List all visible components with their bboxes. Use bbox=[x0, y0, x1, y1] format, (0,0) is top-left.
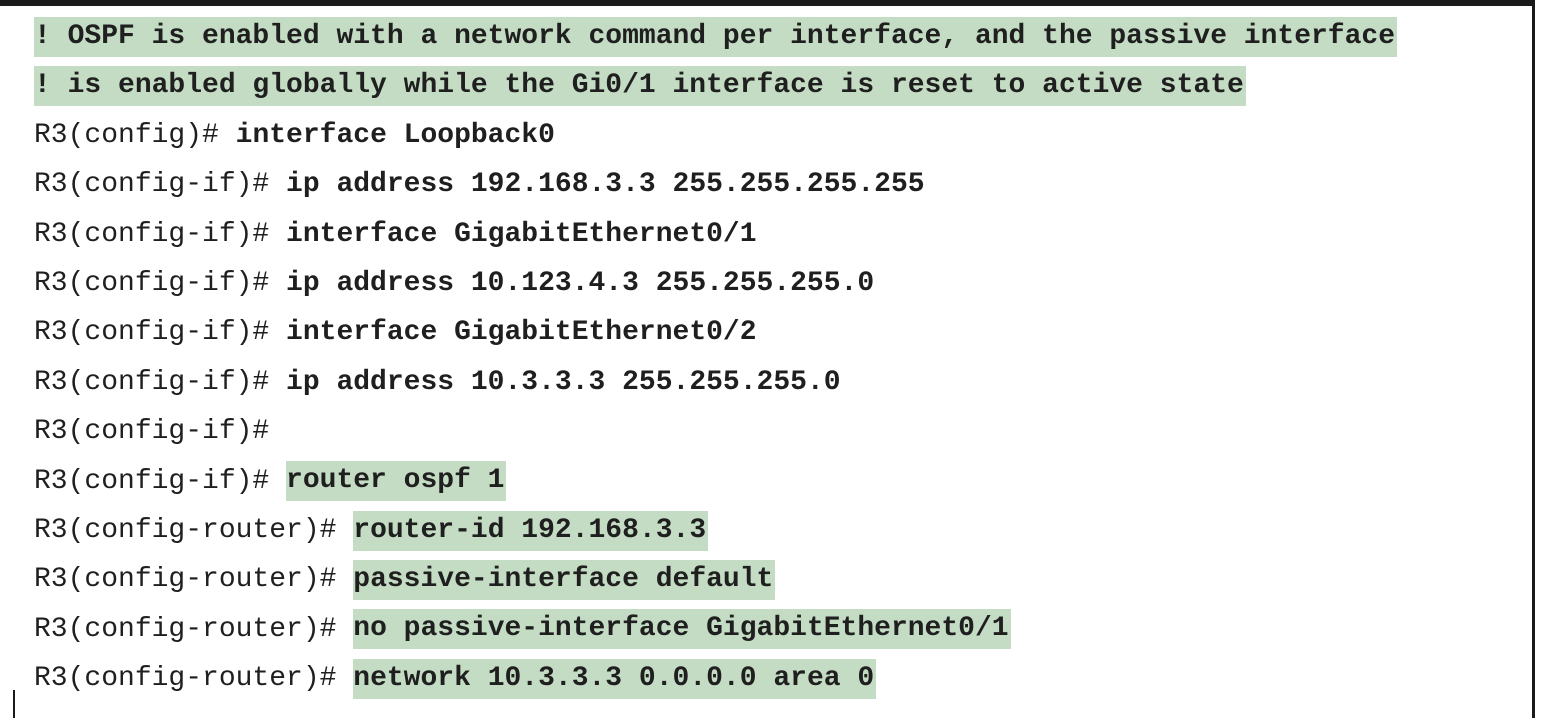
cli-prompt: R3(config-if)# bbox=[34, 169, 287, 201]
cli-prompt: R3(config-router)# bbox=[34, 613, 354, 645]
top-border-rule bbox=[0, 0, 1535, 6]
left-border-rule bbox=[13, 690, 15, 718]
config-line: R3(config-if)# interface GigabitEthernet… bbox=[34, 210, 1514, 259]
right-border-rule bbox=[1532, 0, 1535, 718]
config-line: R3(config-if)# ip address 10.123.4.3 255… bbox=[34, 259, 1514, 308]
cli-prompt: R3(config-if)# bbox=[34, 218, 287, 250]
config-line-highlighted: R3(config-router)# no passive-interface … bbox=[34, 605, 1514, 654]
cli-prompt: R3(config-if)# bbox=[34, 416, 270, 448]
cli-command-highlighted: network 10.3.3.3 0.0.0.0 area 0 bbox=[353, 658, 877, 699]
config-line: R3(config)# interface Loopback0 bbox=[34, 111, 1514, 160]
config-line-highlighted: R3(config-router)# passive-interface def… bbox=[34, 555, 1514, 604]
config-line: R3(config-if)# ip address 192.168.3.3 25… bbox=[34, 160, 1514, 209]
cli-command-highlighted: passive-interface default bbox=[353, 559, 776, 600]
cli-prompt: R3(config)# bbox=[34, 119, 236, 151]
cli-command: interface GigabitEthernet0/2 bbox=[286, 317, 757, 349]
config-code-block: ! OSPF is enabled with a network command… bbox=[34, 12, 1514, 703]
config-line-highlighted: R3(config-router)# network 10.3.3.3 0.0.… bbox=[34, 654, 1514, 703]
cli-prompt: R3(config-if)# bbox=[34, 317, 287, 349]
cli-prompt: R3(config-if)# bbox=[34, 366, 287, 398]
cli-prompt: R3(config-if)# bbox=[34, 465, 287, 497]
cli-command: ip address 10.3.3.3 255.255.255.0 bbox=[286, 366, 841, 398]
code-listing-frame: ! OSPF is enabled with a network command… bbox=[0, 0, 1546, 718]
config-line: R3(config-if)# ip address 10.3.3.3 255.2… bbox=[34, 358, 1514, 407]
comment-text: ! is enabled globally while the Gi0/1 in… bbox=[34, 66, 1246, 107]
config-line: R3(config-if)# bbox=[34, 407, 1514, 456]
cli-command-highlighted: router ospf 1 bbox=[286, 461, 507, 502]
comment-line: ! is enabled globally while the Gi0/1 in… bbox=[34, 61, 1514, 110]
config-line-highlighted: R3(config-if)# router ospf 1 bbox=[34, 457, 1514, 506]
cli-prompt: R3(config-if)# bbox=[34, 267, 287, 299]
cli-prompt: R3(config-router)# bbox=[34, 514, 354, 546]
cli-prompt: R3(config-router)# bbox=[34, 663, 354, 695]
cli-command: ip address 192.168.3.3 255.255.255.255 bbox=[286, 169, 925, 201]
cli-command: ip address 10.123.4.3 255.255.255.0 bbox=[286, 267, 875, 299]
cli-command-highlighted: router-id 192.168.3.3 bbox=[353, 510, 709, 551]
cli-prompt: R3(config-router)# bbox=[34, 564, 354, 596]
comment-line: ! OSPF is enabled with a network command… bbox=[34, 12, 1514, 61]
cli-command-highlighted: no passive-interface GigabitEthernet0/1 bbox=[353, 609, 1011, 650]
cli-command: interface Loopback0 bbox=[235, 119, 555, 151]
config-line: R3(config-if)# interface GigabitEthernet… bbox=[34, 308, 1514, 357]
comment-text: ! OSPF is enabled with a network command… bbox=[34, 16, 1398, 57]
config-line-highlighted: R3(config-router)# router-id 192.168.3.3 bbox=[34, 506, 1514, 555]
cli-command: interface GigabitEthernet0/1 bbox=[286, 218, 757, 250]
